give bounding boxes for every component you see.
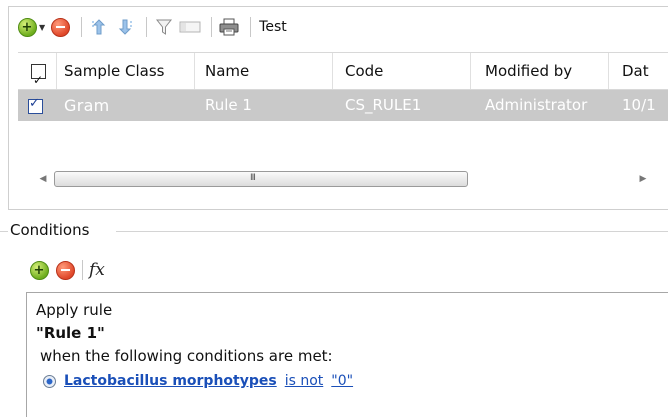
add-condition-button[interactable]: + (28, 259, 50, 281)
row-checkbox[interactable] (28, 96, 43, 114)
condition-radio[interactable] (43, 374, 56, 388)
column-header-modified-by[interactable]: Modified by (471, 53, 609, 89)
remove-icon (50, 17, 70, 37)
columns-button[interactable] (179, 16, 201, 38)
move-up-icon (92, 19, 106, 35)
filter-icon (156, 19, 173, 35)
condition-row: Lactobacillus morphotypes is not "0" (43, 373, 361, 389)
column-header-date[interactable]: Dat (609, 53, 668, 89)
condition-operator-link[interactable]: is not (285, 373, 324, 389)
toolbar-separator (211, 17, 213, 37)
add-icon: + (17, 17, 37, 37)
move-down-icon (118, 19, 133, 35)
cell-sample-class: Gram (64, 96, 110, 115)
remove-icon (55, 260, 75, 280)
move-down-button[interactable] (114, 16, 136, 38)
divider (0, 231, 8, 232)
cell-name: Rule 1 (205, 96, 252, 114)
select-all-column-header[interactable] (18, 53, 57, 89)
remove-condition-button[interactable] (54, 259, 76, 281)
rules-toolbar: + ▼ Test (16, 14, 287, 40)
select-all-checkbox[interactable] (31, 62, 46, 89)
toolbar-separator (81, 17, 83, 37)
cell-date: 10/1 (622, 96, 656, 114)
table-row[interactable]: Gram Rule 1 CS_RULE1 Administrator 10/1 (18, 90, 668, 121)
rule-name-text: "Rule 1" (36, 324, 105, 342)
scroll-left-icon[interactable]: ◀ (36, 172, 50, 186)
test-button[interactable]: Test (259, 19, 287, 35)
scrollbar-grip: III (250, 173, 256, 183)
when-conditions-text: when the following conditions are met: (40, 347, 333, 365)
move-up-button[interactable] (88, 16, 110, 38)
add-icon: + (29, 260, 49, 280)
column-header-name[interactable]: Name (195, 53, 333, 89)
horizontal-scrollbar[interactable]: ◀ III ▶ (36, 170, 656, 188)
print-icon (219, 18, 239, 36)
column-header-sample-class[interactable]: Sample Class (56, 53, 195, 89)
toolbar-separator (82, 260, 83, 280)
condition-field-link[interactable]: Lactobacillus morphotypes (64, 373, 277, 389)
print-button[interactable] (218, 16, 240, 38)
column-icon (179, 21, 201, 33)
function-icon[interactable]: fx (89, 260, 105, 280)
divider (116, 231, 668, 232)
cell-modified-by: Administrator (485, 96, 588, 114)
toolbar-separator (250, 17, 252, 37)
scrollbar-thumb[interactable]: III (54, 171, 468, 187)
cell-code: CS_RULE1 (345, 96, 422, 114)
add-rule-button[interactable]: + (16, 16, 38, 38)
apply-rule-text: Apply rule (36, 301, 113, 319)
filter-button[interactable] (153, 16, 175, 38)
grid-header: Sample Class Name Code Modified by Dat (18, 52, 668, 90)
remove-rule-button[interactable] (49, 16, 71, 38)
toolbar-separator (146, 17, 148, 37)
conditions-title: Conditions (10, 221, 94, 239)
condition-value-link[interactable]: "0" (331, 373, 353, 389)
conditions-editor: Apply rule "Rule 1" when the following c… (26, 292, 668, 417)
conditions-toolbar: + fx (28, 258, 105, 282)
column-header-code[interactable]: Code (333, 53, 471, 89)
scroll-right-icon[interactable]: ▶ (636, 172, 650, 186)
dropdown-arrow-icon[interactable]: ▼ (39, 23, 45, 32)
